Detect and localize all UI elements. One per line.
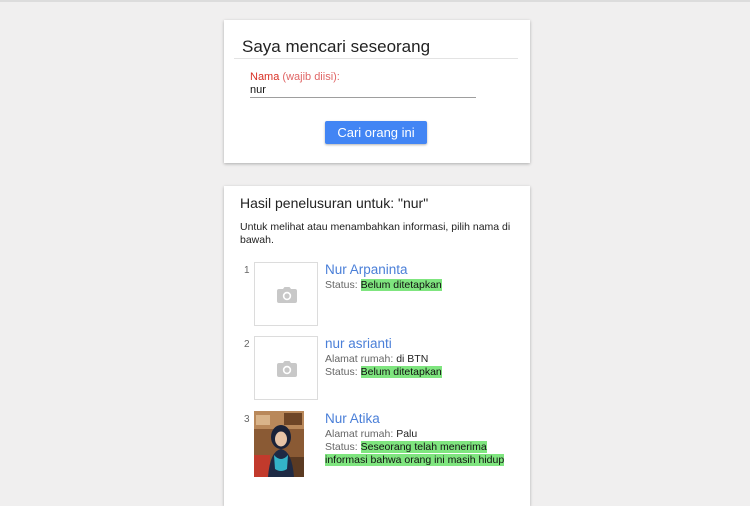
top-border bbox=[0, 0, 750, 2]
result-address: Alamat rumah: di BTN bbox=[325, 353, 515, 366]
search-card: Saya mencari seseorang Nama (wajib diisi… bbox=[224, 20, 530, 163]
result-item[interactable]: 2 nur asrianti Alamat rumah: di BTN Stat… bbox=[224, 336, 530, 406]
results-help-text: Untuk melihat atau menambahkan informasi… bbox=[240, 221, 511, 246]
address-label: Alamat rumah: bbox=[325, 428, 394, 440]
results-title: Hasil penelusuran untuk: "nur" bbox=[240, 195, 429, 211]
result-address: Alamat rumah: Palu bbox=[325, 428, 515, 441]
divider bbox=[234, 58, 518, 59]
camera-icon bbox=[277, 361, 297, 377]
status-label: Status: bbox=[325, 366, 358, 378]
search-title: Saya mencari seseorang bbox=[242, 37, 431, 56]
camera-icon bbox=[277, 287, 297, 303]
address-value: di BTN bbox=[396, 353, 429, 365]
result-photo-placeholder[interactable] bbox=[254, 336, 318, 400]
result-item[interactable]: 1 Nur Arpaninta Status: Belum ditetapkan bbox=[224, 262, 530, 332]
search-person-button[interactable]: Cari orang ini bbox=[325, 121, 427, 144]
result-status: Status: Seseorang telah menerima informa… bbox=[325, 441, 515, 467]
result-status: Status: Belum ditetapkan bbox=[325, 279, 515, 292]
result-name-link[interactable]: Nur Atika bbox=[325, 411, 515, 426]
required-hint: (wajib diisi): bbox=[282, 71, 340, 83]
address-value: Palu bbox=[396, 428, 418, 440]
results-card: Hasil penelusuran untuk: "nur" Untuk mel… bbox=[224, 186, 530, 506]
result-number: 3 bbox=[244, 414, 250, 425]
result-name-link[interactable]: Nur Arpaninta bbox=[325, 262, 515, 277]
status-badge: Belum ditetapkan bbox=[360, 366, 442, 378]
person-photo-image bbox=[254, 411, 304, 477]
result-item[interactable]: 3 Nur Atika Alamat rumah: Palu Status: S… bbox=[224, 411, 530, 503]
address-label: Alamat rumah: bbox=[325, 353, 394, 365]
name-field-label: Nama (wajib diisi): bbox=[250, 71, 340, 83]
result-number: 1 bbox=[244, 265, 250, 276]
person-photo[interactable] bbox=[254, 411, 304, 477]
status-label: Status: bbox=[325, 441, 358, 453]
name-input[interactable] bbox=[250, 83, 476, 98]
status-badge: Belum ditetapkan bbox=[360, 279, 442, 291]
result-status: Status: Belum ditetapkan bbox=[325, 366, 515, 379]
result-name-link[interactable]: nur asrianti bbox=[325, 336, 515, 351]
result-photo-placeholder[interactable] bbox=[254, 262, 318, 326]
name-label-text: Nama bbox=[250, 71, 280, 83]
result-number: 2 bbox=[244, 339, 250, 350]
status-label: Status: bbox=[325, 279, 358, 291]
